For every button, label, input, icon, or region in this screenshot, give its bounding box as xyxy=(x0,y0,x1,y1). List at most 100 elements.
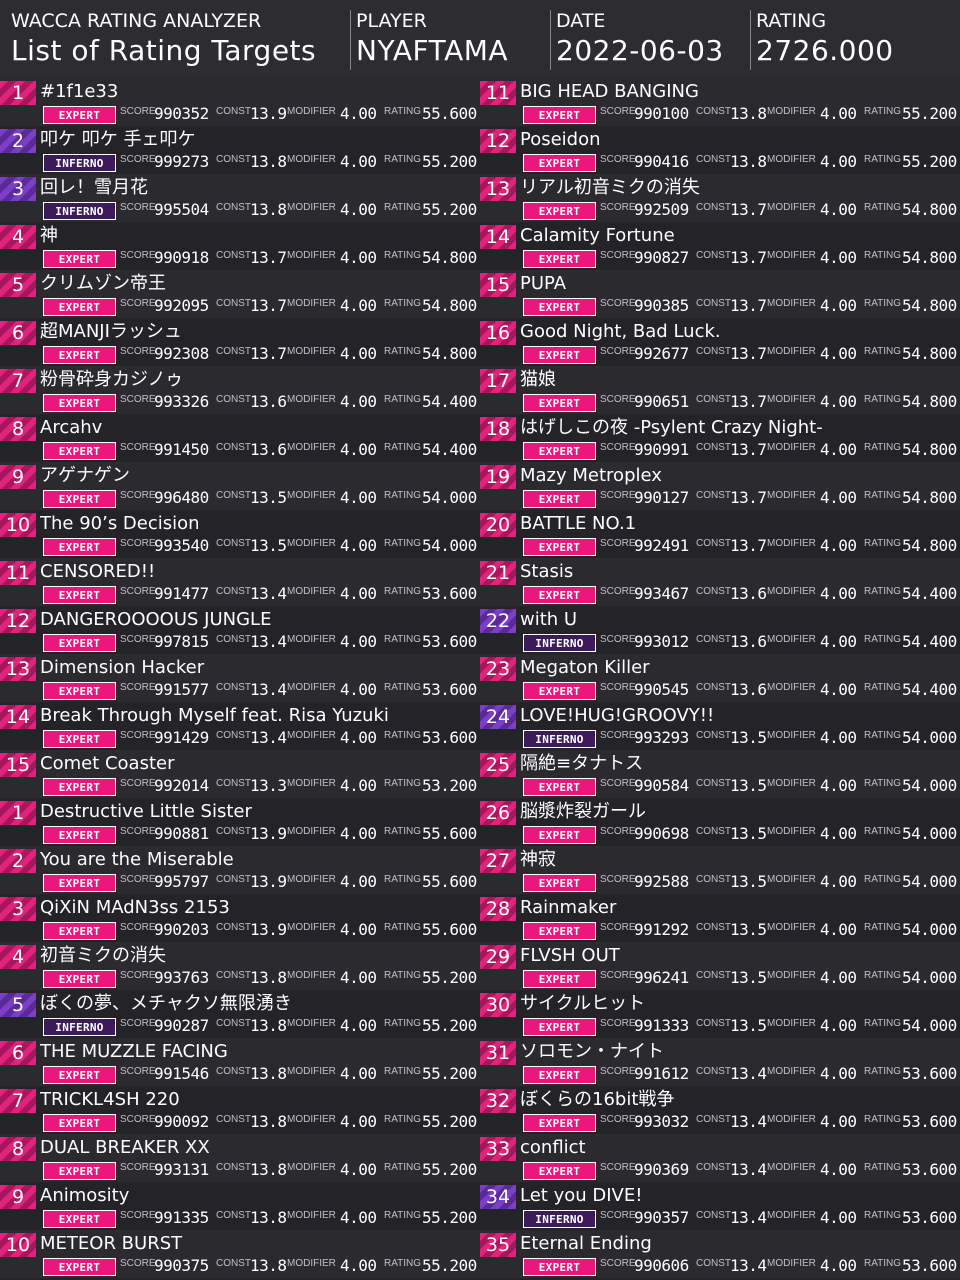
difficulty-badge: EXPERT xyxy=(43,538,116,556)
difficulty-badge: EXPERT xyxy=(523,442,596,460)
rating-value: 54.800 xyxy=(902,200,957,219)
difficulty-badge: EXPERT xyxy=(523,1066,596,1084)
score-label: SCORE xyxy=(120,538,156,549)
rank-badge: 23 xyxy=(480,657,516,681)
difficulty-badge: EXPERT xyxy=(43,970,116,988)
page-title: List of Rating Targets xyxy=(11,34,317,67)
const-label: CONST xyxy=(696,154,731,165)
rating-value: 54.800 xyxy=(902,488,957,507)
difficulty-badge: EXPERT xyxy=(43,778,116,796)
score-label: SCORE xyxy=(600,298,636,309)
rank-number: 15 xyxy=(485,274,511,296)
date-block: DATE 2022-06-03 xyxy=(550,0,750,72)
rating-value: 55.200 xyxy=(902,104,957,123)
modifier-value: 4.00 xyxy=(820,344,857,363)
song-entry: 14 Break Through Myself feat. Risa Yuzuk… xyxy=(0,702,480,750)
rank-number: 24 xyxy=(485,706,511,728)
score-label: SCORE xyxy=(600,586,636,597)
const-label: CONST xyxy=(696,442,731,453)
rating-value: 55.600 xyxy=(422,824,477,843)
rating-label: RATING xyxy=(864,106,902,117)
rating-value: 54.400 xyxy=(422,440,477,459)
score-label: SCORE xyxy=(600,106,636,117)
difficulty-badge: EXPERT xyxy=(43,442,116,460)
rating-label: RATING xyxy=(384,394,422,405)
const-label: CONST xyxy=(216,826,251,837)
rating-block: RATING 2726.000 xyxy=(750,0,960,72)
rating-label: RATING xyxy=(864,1162,902,1173)
modifier-label: MODIFIER xyxy=(287,442,336,453)
const-value: 13.4 xyxy=(250,584,287,603)
rating-value: 54.800 xyxy=(902,440,957,459)
rank-number: 7 xyxy=(11,370,25,392)
song-entry: 14 Calamity Fortune EXPERT SCORE 990827 … xyxy=(480,222,960,270)
modifier-value: 4.00 xyxy=(340,584,377,603)
modifier-label: MODIFIER xyxy=(287,1018,336,1029)
song-title: Poseidon xyxy=(520,129,601,150)
const-label: CONST xyxy=(696,106,731,117)
score-label: SCORE xyxy=(600,682,636,693)
const-label: CONST xyxy=(216,442,251,453)
modifier-label: MODIFIER xyxy=(287,682,336,693)
modifier-label: MODIFIER xyxy=(287,250,336,261)
song-entry: 15 PUPA EXPERT SCORE 990385 CONST 13.7 M… xyxy=(480,270,960,318)
const-label: CONST xyxy=(696,346,731,357)
rank-badge: 28 xyxy=(480,897,516,921)
song-title: Comet Coaster xyxy=(40,753,175,774)
song-entry: 11 CENSORED!! EXPERT SCORE 991477 CONST … xyxy=(0,558,480,606)
song-entry: 21 Stasis EXPERT SCORE 993467 CONST 13.6… xyxy=(480,558,960,606)
const-label: CONST xyxy=(696,682,731,693)
const-value: 13.7 xyxy=(730,200,767,219)
rank-badge: 27 xyxy=(480,849,516,873)
score-label: SCORE xyxy=(120,442,156,453)
modifier-value: 4.00 xyxy=(340,536,377,555)
rank-number: 14 xyxy=(485,226,511,248)
difficulty-badge: EXPERT xyxy=(523,538,596,556)
const-value: 13.7 xyxy=(250,248,287,267)
rating-value: 54.400 xyxy=(422,392,477,411)
score-label: SCORE xyxy=(600,1258,636,1269)
rank-badge: 33 xyxy=(480,1137,516,1161)
const-label: CONST xyxy=(216,250,251,261)
song-title: ぼくらの16bit戦争 xyxy=(520,1089,675,1110)
modifier-value: 4.00 xyxy=(340,680,377,699)
rank-number: 9 xyxy=(11,466,25,488)
rank-badge: 8 xyxy=(0,1137,36,1161)
rank-badge: 20 xyxy=(480,513,516,537)
rank-number: 17 xyxy=(485,370,511,392)
const-label: CONST xyxy=(216,1066,251,1077)
modifier-value: 4.00 xyxy=(820,248,857,267)
modifier-label: MODIFIER xyxy=(767,970,816,981)
rank-badge: 7 xyxy=(0,1089,36,1113)
rank-number: 6 xyxy=(11,1042,25,1064)
score-value: 991546 xyxy=(154,1064,209,1083)
const-label: CONST xyxy=(696,394,731,405)
score-label: SCORE xyxy=(600,394,636,405)
app-title: WACCA RATING ANALYZER xyxy=(11,10,262,32)
rating-value: 54.800 xyxy=(422,248,477,267)
rating-label: RATING xyxy=(864,922,902,933)
player-name: NYAFTAMA xyxy=(356,34,509,67)
modifier-value: 4.00 xyxy=(820,488,857,507)
modifier-label: MODIFIER xyxy=(287,394,336,405)
modifier-value: 4.00 xyxy=(340,488,377,507)
rank-number: 34 xyxy=(485,1186,511,1208)
modifier-value: 4.00 xyxy=(820,824,857,843)
score-label: SCORE xyxy=(120,490,156,501)
modifier-label: MODIFIER xyxy=(287,1210,336,1221)
rank-number: 27 xyxy=(485,850,511,872)
score-label: SCORE xyxy=(120,970,156,981)
song-title: アゲナゲン xyxy=(40,465,130,486)
song-title: #1f1e33 xyxy=(40,81,119,102)
song-entry: 23 Megaton Killer EXPERT SCORE 990545 CO… xyxy=(480,654,960,702)
rank-number: 12 xyxy=(485,130,511,152)
const-label: CONST xyxy=(696,1210,731,1221)
rank-number: 33 xyxy=(485,1138,511,1160)
score-value: 990606 xyxy=(634,1256,689,1275)
rank-badge: 6 xyxy=(0,1041,36,1065)
song-title: 叩ケ 叩ケ 手ェ叩ケ xyxy=(40,129,196,150)
const-label: CONST xyxy=(216,538,251,549)
score-value: 993540 xyxy=(154,536,209,555)
rank-number: 3 xyxy=(11,178,25,200)
const-value: 13.8 xyxy=(250,1112,287,1131)
